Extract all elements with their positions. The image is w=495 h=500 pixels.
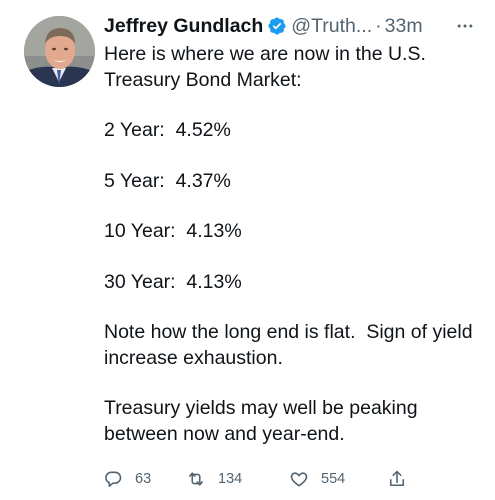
reply-icon	[105, 471, 122, 487]
tweet-header: Jeffrey Gundlach @Truth... · 33m	[104, 13, 484, 39]
tweet-text-2-year: 2 Year: 4.52%	[104, 119, 231, 141]
tweet-text-note: Note how the long end is flat. Sign of y…	[104, 321, 478, 369]
heart-icon	[290, 472, 308, 487]
tweet-text-conclusion: Treasury yields may well be peaking betw…	[104, 397, 424, 445]
tweet-timestamp[interactable]: 33m	[385, 15, 423, 38]
avatar[interactable]	[24, 16, 95, 87]
share-button[interactable]	[387, 466, 407, 492]
tweet-text-intro: Here is where we are now in the U.S. Tre…	[104, 43, 431, 91]
verified-badge-icon	[267, 16, 287, 36]
tweet-text-30-year: 30 Year: 4.13%	[104, 270, 242, 293]
tweet-text-5-year: 5 Year: 4.37%	[104, 169, 231, 192]
retweet-count: 134	[218, 471, 243, 487]
retweet-icon	[188, 472, 204, 486]
share-icon	[389, 470, 405, 487]
author-handle[interactable]: @Truth...	[291, 15, 372, 38]
author-name[interactable]: Jeffrey Gundlach	[104, 15, 263, 38]
tweet-actions: 63 134 554	[103, 466, 405, 492]
avatar-photo	[24, 16, 95, 87]
tweet-text-10-year: 10 Year: 4.13%	[104, 220, 242, 242]
reply-count: 63	[135, 471, 152, 487]
like-count: 554	[321, 471, 346, 487]
like-button[interactable]: 554	[289, 466, 345, 492]
tweet[interactable]: Jeffrey Gundlach @Truth... · 33m Here is…	[0, 0, 495, 500]
reply-button[interactable]: 63	[103, 466, 151, 492]
more-horizontal-icon[interactable]	[452, 13, 478, 39]
tweet-body: Here is where we are now in the U.S. Tre…	[104, 42, 479, 447]
separator-dot: ·	[375, 14, 382, 37]
retweet-button[interactable]: 134	[186, 466, 242, 492]
